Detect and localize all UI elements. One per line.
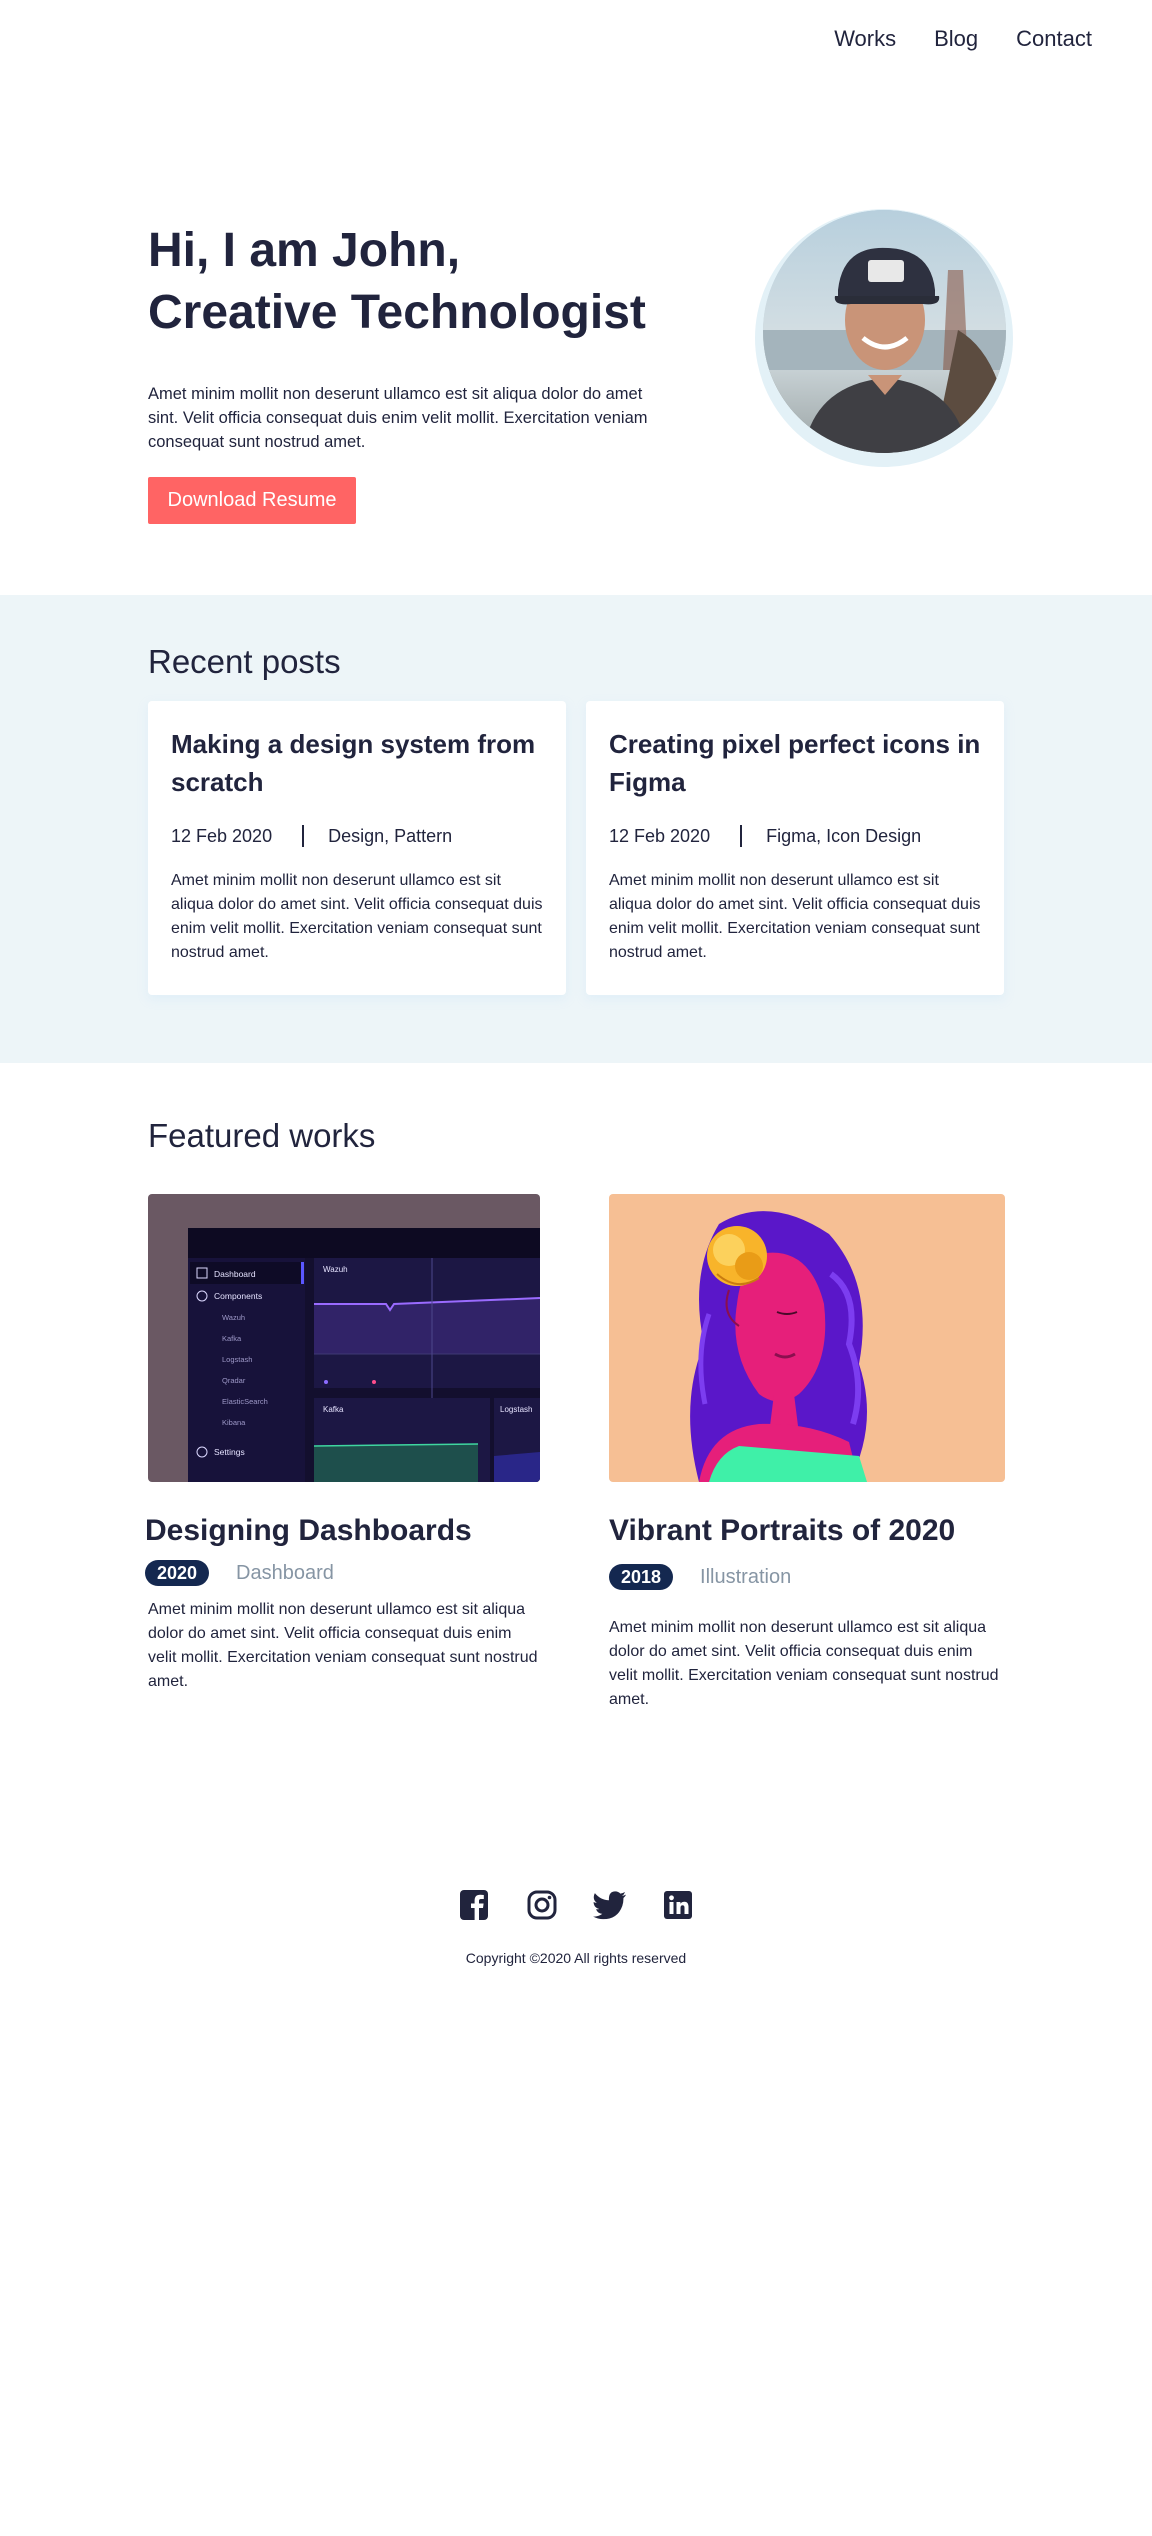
post-card[interactable]: Creating pixel perfect icons in Figma 12… [586,701,1004,995]
post-meta: 12 Feb 2020 Figma, Icon Design [609,825,981,847]
dashboard-menu-item: Settings [214,1447,245,1457]
social-links [0,1888,1152,1922]
hero-title: Hi, I am John, Creative Technologist [148,220,708,344]
dashboard-menu-item: Kafka [222,1334,242,1343]
nav-works-link[interactable]: Works [834,26,896,52]
work-title[interactable]: Designing Dashboards [145,1514,540,1548]
dashboard-menu-item: Qradar [222,1376,246,1385]
work-tags: 2018 Illustration [609,1564,1005,1590]
top-nav: Works Blog Contact [796,26,1092,52]
nav-blog-link[interactable]: Blog [934,26,978,52]
work-tags: 2020 Dashboard [145,1560,540,1586]
hero-description: Amet minim mollit non deserunt ullamco e… [148,385,648,451]
work-thumbnail-dashboard[interactable]: Dashboard Components Wazuh Kafka Logstas… [148,1194,540,1482]
dashboard-menu-item: ElasticSearch [222,1397,268,1406]
copyright-text: Copyright ©2020 All rights reserved [465,1950,687,1966]
facebook-icon[interactable] [457,1888,491,1922]
post-title[interactable]: Making a design system from scratch [171,725,543,801]
download-resume-button[interactable]: Download Resume [148,477,356,524]
hero-title-line1: Hi, I am John, [148,224,461,277]
hero-title-line2: Creative Technologist [148,286,646,339]
hero-section: Hi, I am John, Creative Technologist Ame… [148,209,1013,540]
work-thumbnail-portrait[interactable] [609,1194,1005,1482]
nav-contact-link[interactable]: Contact [1016,26,1092,52]
recent-posts-section: Recent posts Making a design system from… [0,595,1152,1063]
dashboard-menu-item: Wazuh [222,1313,245,1322]
year-badge: 2020 [145,1560,210,1586]
avatar [763,210,1006,453]
year-badge: 2018 [609,1564,674,1590]
work-category: Illustration [700,1565,792,1588]
work-description: Amet minim mollit non deserunt ullamco e… [148,1601,538,1690]
dashboard-screenshot-image: Dashboard Components Wazuh Kafka Logstas… [148,1194,540,1482]
instagram-icon[interactable] [525,1888,559,1922]
post-title[interactable]: Creating pixel perfect icons in Figma [609,725,981,801]
linkedin-icon[interactable] [661,1888,695,1922]
dashboard-menu-item: Kibana [222,1418,246,1427]
work-title[interactable]: Vibrant Portraits of 2020 [609,1514,1005,1548]
work-item[interactable]: Dashboard Components Wazuh Kafka Logstas… [145,1194,540,1694]
dashboard-menu-item: Logstash [222,1355,252,1364]
dashboard-panel-title: Kafka [323,1405,344,1414]
dashboard-menu-item: Dashboard [214,1269,256,1279]
post-description: Amet minim mollit non deserunt ullamco e… [171,872,543,961]
post-card[interactable]: Making a design system from scratch 12 F… [148,701,566,995]
post-date: 12 Feb 2020 [171,825,273,846]
work-category: Dashboard [236,1561,334,1584]
post-tags: Figma, Icon Design [766,825,922,846]
featured-works-title: Featured works [148,1117,376,1154]
avatar-portrait-image [763,210,1006,453]
post-meta: 12 Feb 2020 Design, Pattern [171,825,543,847]
dashboard-panel-title: Logstash [500,1405,532,1414]
recent-posts-title: Recent posts [148,643,341,680]
twitter-icon[interactable] [593,1888,627,1922]
post-tags: Design, Pattern [328,825,453,846]
post-description: Amet minim mollit non deserunt ullamco e… [609,872,981,961]
work-item[interactable]: Vibrant Portraits of 2020 2018 Illustrat… [609,1194,1005,1712]
portrait-illustration-image [609,1194,1005,1482]
post-date: 12 Feb 2020 [609,825,711,846]
meta-divider [302,825,305,847]
dashboard-menu-item: Components [214,1291,262,1301]
dashboard-panel-title: Wazuh [323,1265,348,1274]
meta-divider [740,825,743,847]
work-description: Amet minim mollit non deserunt ullamco e… [609,1619,999,1708]
